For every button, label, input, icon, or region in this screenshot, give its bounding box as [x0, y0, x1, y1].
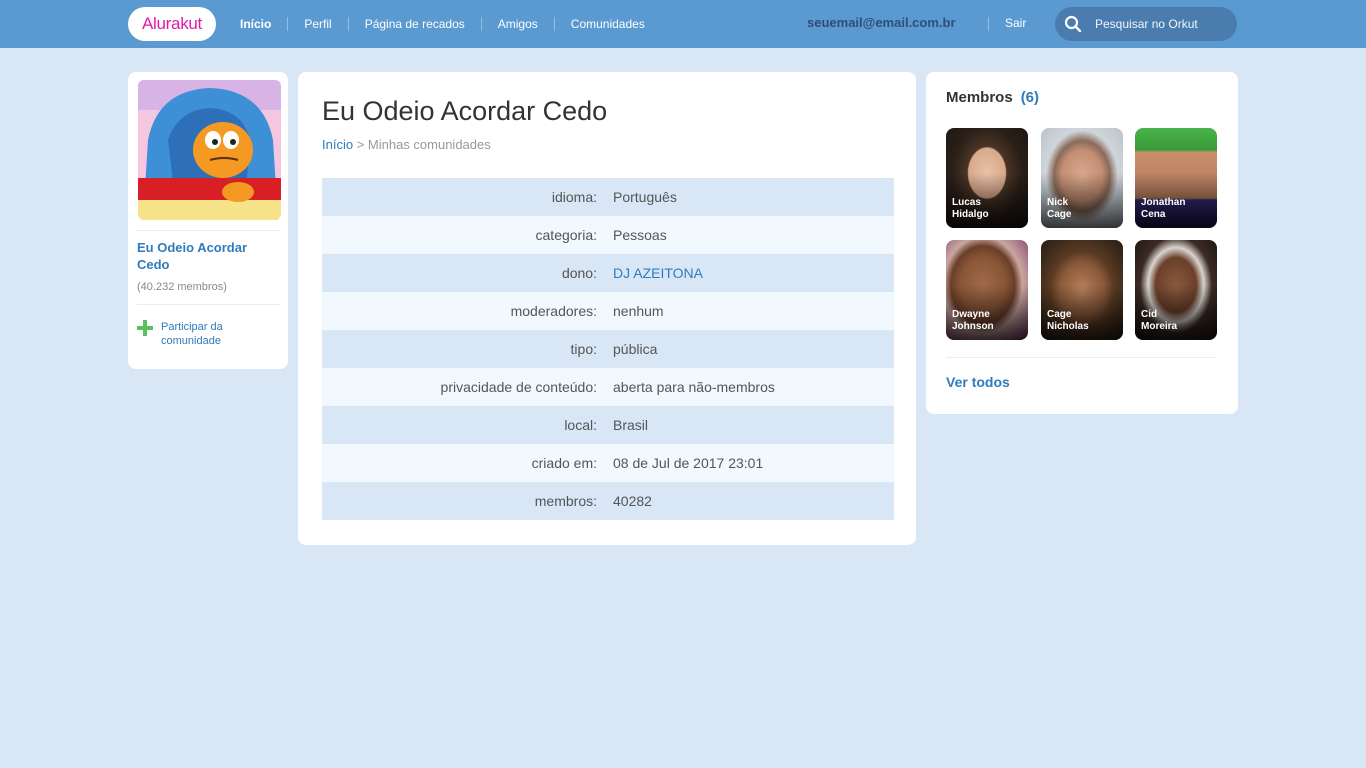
nav-divider	[988, 17, 989, 31]
table-row: moderadores: nenhum	[322, 292, 894, 330]
community-profile-card: Eu Odeio Acordar Cedo (40.232 membros) P…	[128, 72, 288, 369]
table-row: idioma: Português	[322, 178, 894, 216]
top-bar: Alurakut Início Perfil Página de recados…	[0, 0, 1366, 48]
members-title: Membros	[946, 89, 1013, 106]
info-value: pública	[613, 341, 658, 357]
nav-divider	[287, 17, 289, 31]
nav-divider	[553, 17, 555, 31]
info-label: criado em:	[531, 455, 597, 471]
member-last-name: Nicholas	[1047, 321, 1089, 332]
community-info-table: idioma: Português categoria: Pessoas don…	[322, 178, 894, 520]
breadcrumb-current: > Minhas comunidades	[353, 137, 491, 152]
member-tile[interactable]: Cid Moreira	[1135, 240, 1217, 340]
info-label: membros:	[534, 493, 597, 509]
members-card: Membros (6) Lucas Hidalgo Nick Cage Jonatha…	[926, 72, 1238, 414]
main-nav: Início Perfil Página de recados Amigos C…	[232, 0, 653, 48]
table-row: local: Brasil	[322, 406, 894, 444]
info-label: categoria:	[535, 227, 597, 243]
members-heading: Membros (6)	[946, 89, 1039, 106]
info-label: moderadores:	[510, 303, 597, 319]
members-count: (6)	[1020, 89, 1040, 106]
nav-item-comunidades[interactable]: Comunidades	[563, 17, 653, 31]
member-tile[interactable]: Cage Nicholas	[1041, 240, 1123, 340]
search-icon[interactable]	[1064, 15, 1082, 33]
member-first-name: Lucas	[952, 197, 981, 208]
logo[interactable]: Alurakut	[128, 7, 216, 41]
table-row: dono: DJ AZEITONA	[322, 254, 894, 292]
plus-icon[interactable]	[137, 320, 153, 336]
table-row: criado em: 08 de Jul de 2017 23:01	[322, 444, 894, 482]
breadcrumb-home-link[interactable]: Início	[322, 137, 353, 152]
info-label: tipo:	[570, 341, 597, 357]
community-info-card: Eu Odeio Acordar Cedo Início > Minhas co…	[298, 72, 916, 545]
member-tile[interactable]: Lucas Hidalgo	[946, 128, 1028, 228]
table-row: privacidade de conteúdo: aberta para não…	[322, 368, 894, 406]
member-last-name: Johnson	[952, 321, 994, 332]
join-community-link[interactable]: Participar da comunidade	[161, 320, 271, 348]
member-name: Jonathan Cena	[1141, 197, 1215, 221]
member-first-name: Nick	[1047, 197, 1069, 208]
nav-divider	[480, 17, 482, 31]
user-email[interactable]: seuemail@email.com.br	[807, 15, 956, 30]
logout-link[interactable]: Sair	[1005, 16, 1026, 30]
owner-link[interactable]: DJ AZEITONA	[613, 254, 894, 292]
member-last-name: Hidalgo	[952, 209, 989, 220]
community-name-link[interactable]: Eu Odeio Acordar Cedo	[137, 239, 277, 273]
table-row: categoria: Pessoas	[322, 216, 894, 254]
nav-item-perfil[interactable]: Perfil	[296, 17, 339, 31]
community-member-count: (40.232 membros)	[137, 281, 227, 293]
info-value: Brasil	[613, 417, 649, 433]
nav-item-inicio[interactable]: Início	[232, 17, 279, 31]
member-first-name: Jonathan	[1141, 197, 1186, 208]
member-first-name: Cage	[1047, 309, 1072, 320]
see-all-members-link[interactable]: Ver todos	[946, 374, 1010, 390]
info-value: aberta para não-membros	[613, 379, 775, 395]
table-row: tipo: pública	[322, 330, 894, 368]
search-input[interactable]	[1095, 7, 1231, 41]
page-title: Eu Odeio Acordar Cedo	[322, 96, 608, 126]
member-name: Cage Nicholas	[1047, 309, 1121, 333]
info-value: Pessoas	[613, 227, 667, 243]
member-tile[interactable]: Nick Cage	[1041, 128, 1123, 228]
search-box[interactable]	[1055, 7, 1237, 41]
info-label: idioma:	[551, 189, 597, 205]
divider	[137, 230, 280, 231]
divider	[946, 357, 1217, 358]
member-tile[interactable]: Jonathan Cena	[1135, 128, 1217, 228]
info-value: 40282	[613, 493, 652, 509]
divider	[137, 304, 280, 305]
member-name: Lucas Hidalgo	[952, 197, 1026, 221]
info-label: local:	[564, 417, 597, 433]
member-last-name: Cage	[1047, 209, 1072, 220]
member-name: Dwayne Johnson	[952, 309, 1026, 333]
nav-item-recados[interactable]: Página de recados	[357, 17, 473, 31]
member-first-name: Cid	[1141, 309, 1158, 320]
breadcrumb: Início > Minhas comunidades	[322, 137, 491, 152]
member-last-name: Cena	[1141, 209, 1166, 220]
table-row: membros: 40282	[322, 482, 894, 520]
info-label: dono:	[561, 265, 597, 281]
member-first-name: Dwayne	[952, 309, 990, 320]
community-image	[138, 80, 281, 220]
member-tile[interactable]: Dwayne Johnson	[946, 240, 1028, 340]
member-name: Cid Moreira	[1141, 309, 1215, 333]
member-last-name: Moreira	[1141, 321, 1178, 332]
info-value: Português	[613, 189, 677, 205]
info-value: nenhum	[613, 303, 664, 319]
info-label: privacidade de conteúdo:	[440, 379, 597, 395]
nav-item-amigos[interactable]: Amigos	[490, 17, 546, 31]
nav-divider	[347, 17, 349, 31]
member-name: Nick Cage	[1047, 197, 1121, 221]
info-value: 08 de Jul de 2017 23:01	[613, 455, 764, 471]
